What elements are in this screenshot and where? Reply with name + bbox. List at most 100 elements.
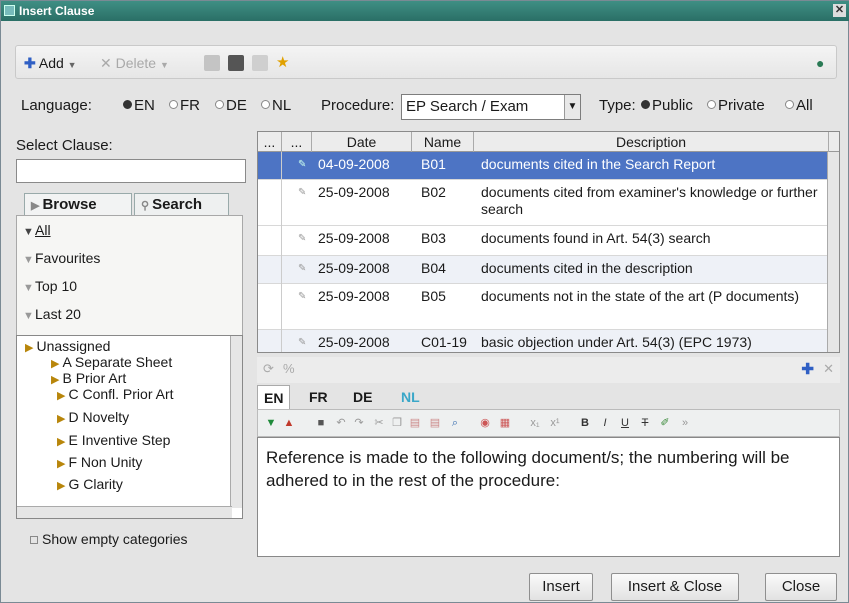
tree-node-unassigned[interactable]: ▶ Unassigned xyxy=(25,338,110,355)
filter-favourites[interactable]: ▼Favourites xyxy=(23,248,100,268)
flag-icon: ▶ xyxy=(57,458,66,470)
tree-node[interactable]: ▶ F Non Unity xyxy=(57,454,142,471)
filter-icon: ▼ xyxy=(23,310,34,322)
browse-icon: ▶ xyxy=(31,200,40,212)
clause-editor: ⟳ % ✚ ✕ EN FR DE NL ▼ ▲ ■ ↶ ↷ ✂ ❐ ▤ ▤ ⌕ … xyxy=(257,357,840,557)
language-radio-fr[interactable]: FR xyxy=(165,94,200,118)
filter-last-20[interactable]: ▼Last 20 xyxy=(23,304,81,324)
star-icon[interactable]: ★ xyxy=(276,53,289,73)
refresh-icon[interactable]: ⟳ xyxy=(263,361,274,377)
delete-icon: ✕ xyxy=(100,55,112,71)
tab-fr[interactable]: FR xyxy=(303,385,334,409)
insert-clause-dialog: Insert Clause ✕ ✚ Add ▼ ✕ Delete ▼ ★ ● L… xyxy=(0,0,849,603)
toolbar: ✚ Add ▼ ✕ Delete ▼ ★ ● xyxy=(15,45,837,79)
paste-icon[interactable]: ▤ xyxy=(408,415,422,431)
pin-icon: ✎ xyxy=(298,337,307,348)
select-clause-label: Select Clause: xyxy=(16,137,113,154)
italic-icon[interactable]: I xyxy=(598,415,612,431)
title-bar: Insert Clause ✕ xyxy=(1,1,849,21)
list-icon[interactable] xyxy=(252,55,268,71)
tab-nl[interactable]: NL xyxy=(395,385,426,409)
insert-button[interactable]: Insert xyxy=(529,573,593,601)
language-radio-en[interactable]: EN xyxy=(119,94,155,118)
column-divider xyxy=(281,152,282,352)
delete-button[interactable]: ✕ Delete ▼ xyxy=(100,53,169,73)
column-header-name[interactable]: Name xyxy=(412,132,474,152)
tab-de[interactable]: DE xyxy=(347,385,378,409)
subscript-icon[interactable]: x₁ xyxy=(528,415,542,431)
table-row[interactable]: ✎ 25-09-2008 C01-19 basic objection unde… xyxy=(258,330,829,352)
percent-icon[interactable]: % xyxy=(283,361,295,376)
table-row[interactable]: ✎ 04-09-2008 B01 documents cited in the … xyxy=(258,152,829,180)
insert-close-button[interactable]: Insert & Close xyxy=(611,573,739,601)
cut-icon[interactable]: ✂ xyxy=(372,415,386,431)
filter-all[interactable]: ▼All xyxy=(23,220,51,240)
show-empty-checkbox[interactable]: Show empty categories xyxy=(30,531,188,547)
column-header[interactable]: ... xyxy=(282,132,312,152)
flag-icon: ▶ xyxy=(57,413,66,425)
category-tree: ▶ Unassigned ▶ A Separate Sheet ▶ B Prior A… xyxy=(16,335,243,519)
language-radio-nl[interactable]: NL xyxy=(257,94,291,118)
flag-icon: ▶ xyxy=(51,358,60,370)
column-header-date[interactable]: Date xyxy=(312,132,412,152)
bold-icon[interactable]: B xyxy=(578,415,592,431)
tab-search[interactable]: ⚲ Search xyxy=(134,193,229,217)
tab-en[interactable]: EN xyxy=(257,385,291,409)
type-radio-public[interactable]: Public xyxy=(637,94,693,118)
add-button[interactable]: ✚ Add ▼ xyxy=(24,53,77,73)
pin-icon: ✎ xyxy=(298,263,307,274)
superscript-icon[interactable]: x¹ xyxy=(548,415,562,431)
tree-node[interactable]: ▶ B Prior Art xyxy=(51,370,126,387)
more-icon[interactable]: » xyxy=(678,415,692,431)
paste-special-icon[interactable]: ▤ xyxy=(428,415,442,431)
editor-toolbar-top: ⟳ % ✚ ✕ xyxy=(257,357,840,383)
flag-icon: ▶ xyxy=(57,436,66,448)
column-header[interactable]: ... xyxy=(258,132,282,152)
clause-table: ... ... Date Name Description ✎ 04-09-20… xyxy=(257,131,840,353)
column-header-description[interactable]: Description xyxy=(474,132,829,152)
clause-search-input[interactable] xyxy=(16,159,246,183)
copy-icon[interactable]: ❐ xyxy=(390,415,404,431)
format-toolbar: ▼ ▲ ■ ↶ ↷ ✂ ❐ ▤ ▤ ⌕ ◉ ▦ x₁ x¹ B I U T ✐ … xyxy=(257,409,840,437)
spellcheck-icon[interactable]: ◉ xyxy=(478,415,492,431)
grid-icon[interactable] xyxy=(204,55,220,71)
filter-top-10[interactable]: ▼Top 10 xyxy=(23,276,77,296)
table-row[interactable]: ✎ 25-09-2008 B05 documents not in the st… xyxy=(258,284,829,330)
import-icon[interactable]: ▼ xyxy=(264,415,278,431)
tree-node[interactable]: ▶ E Inventive Step xyxy=(57,432,170,449)
tree-node[interactable]: ▶ A Separate Sheet xyxy=(51,354,172,371)
binoculars-icon[interactable] xyxy=(228,55,244,71)
tab-browse[interactable]: ▶ Browse xyxy=(24,193,132,217)
print-icon[interactable]: ■ xyxy=(314,415,328,431)
language-radio-de[interactable]: DE xyxy=(211,94,247,118)
table-vertical-scrollbar[interactable] xyxy=(827,152,839,352)
strikethrough-icon[interactable]: T xyxy=(638,415,652,431)
redo-icon[interactable]: ↷ xyxy=(352,415,366,431)
type-radio-private[interactable]: Private xyxy=(703,94,765,118)
table-row[interactable]: ✎ 25-09-2008 B02 documents cited from ex… xyxy=(258,180,829,226)
highlight-icon[interactable]: ✐ xyxy=(658,415,672,431)
procedure-select[interactable]: EP Search / Exam ▼ xyxy=(401,94,581,120)
filter-list: ▼All ▼Favourites ▼Top 10 ▼Last 20 xyxy=(16,215,243,337)
add-icon: ✚ xyxy=(24,55,36,71)
find-icon[interactable]: ⌕ xyxy=(448,415,462,431)
tree-horizontal-scrollbar[interactable] xyxy=(17,506,232,518)
delete-icon[interactable]: ✕ xyxy=(823,361,834,377)
tree-vertical-scrollbar[interactable] xyxy=(230,336,242,508)
export-icon[interactable]: ▲ xyxy=(282,415,296,431)
underline-icon[interactable]: U xyxy=(618,415,632,431)
close-button[interactable]: Close xyxy=(765,573,837,601)
pin-icon: ✎ xyxy=(298,187,307,198)
tree-node[interactable]: ▶ D Novelty xyxy=(57,409,129,426)
clause-text-area[interactable]: Reference is made to the following docum… xyxy=(257,437,840,557)
type-radio-all[interactable]: All xyxy=(781,94,813,118)
person-icon[interactable]: ● xyxy=(816,53,824,73)
undo-icon[interactable]: ↶ xyxy=(334,415,348,431)
tree-node[interactable]: ▶ C Confl. Prior Art xyxy=(57,386,174,403)
close-icon[interactable]: ✕ xyxy=(833,4,846,17)
table-row[interactable]: ✎ 25-09-2008 B03 documents found in Art.… xyxy=(258,226,829,256)
tree-node[interactable]: ▶ G Clarity xyxy=(57,476,123,493)
table-icon[interactable]: ▦ xyxy=(498,415,512,431)
add-icon[interactable]: ✚ xyxy=(801,360,814,378)
table-row[interactable]: ✎ 25-09-2008 B04 documents cited in the … xyxy=(258,256,829,284)
